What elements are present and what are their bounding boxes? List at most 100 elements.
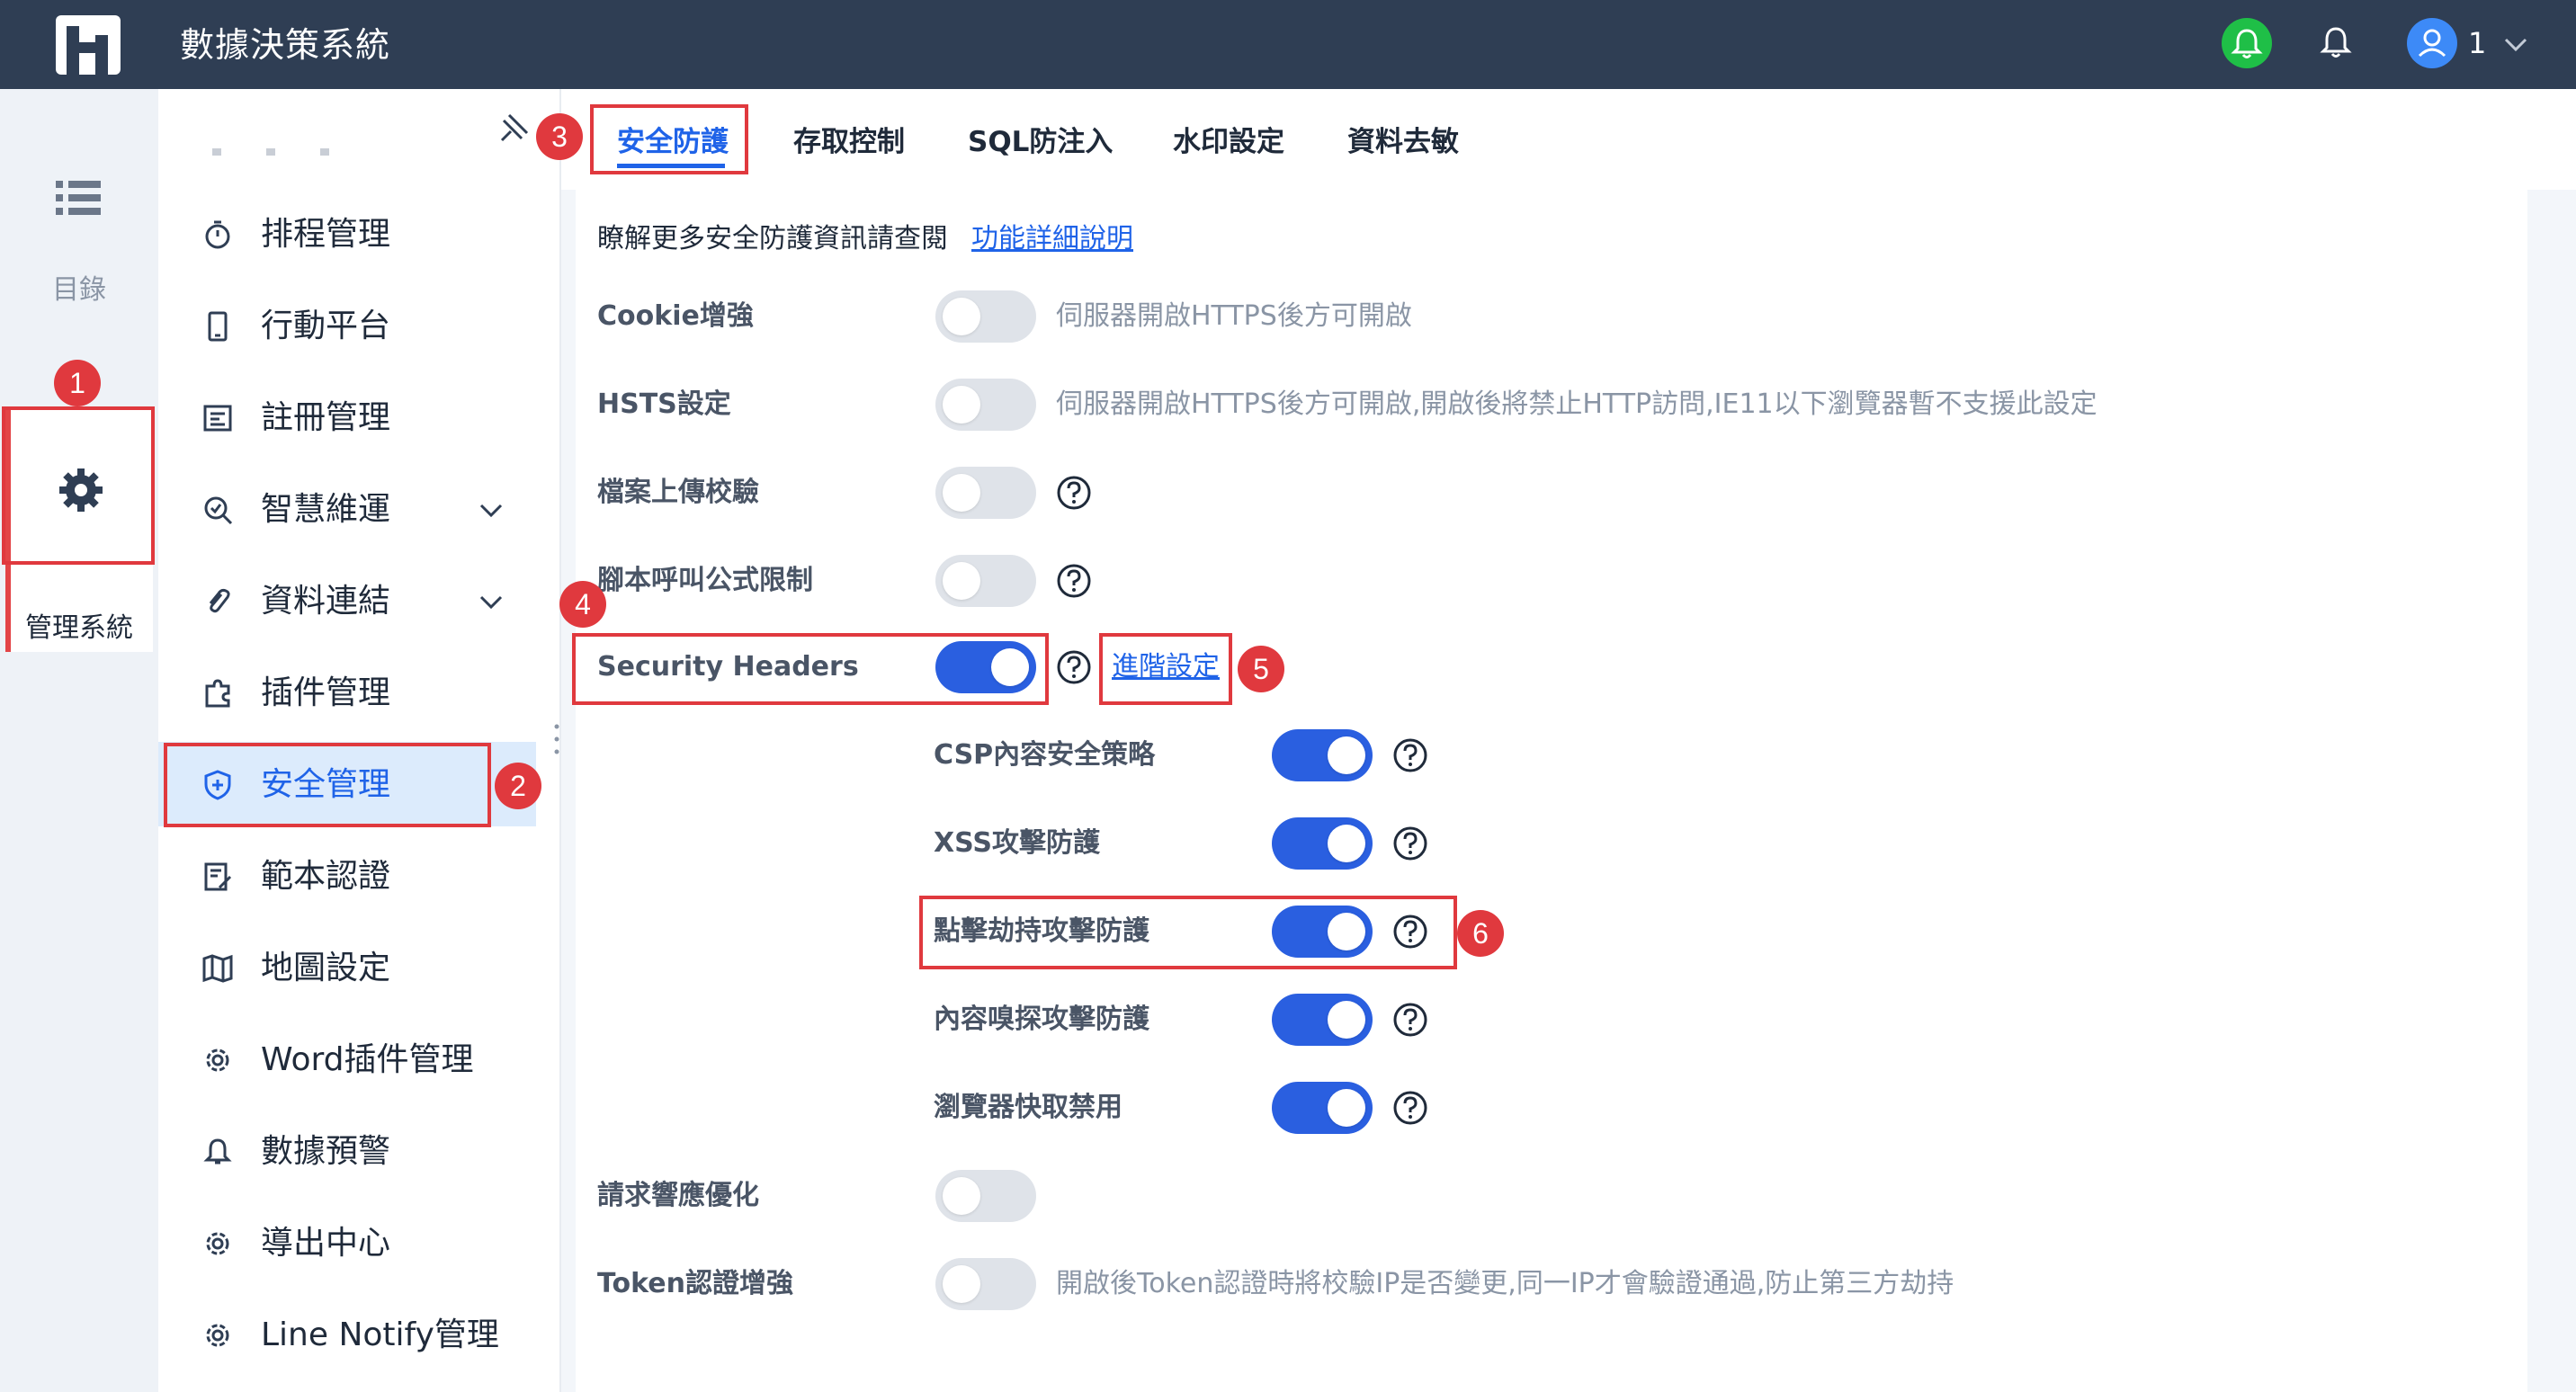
feature-doc-link[interactable]: 功能詳細說明 [971, 223, 1133, 254]
sidebar-item-word-plugin[interactable]: Word插件管理 [158, 1017, 536, 1102]
app-title: 數據決策系統 [180, 25, 391, 65]
sidebar-item-label: 地圖設定 [261, 950, 391, 986]
map-icon [202, 954, 233, 983]
sidebar-item-mobile[interactable]: 行動平台 [158, 283, 536, 368]
registration-icon [203, 405, 232, 432]
user-name[interactable]: 1 [2468, 20, 2486, 67]
list-icon[interactable] [54, 175, 103, 220]
toggle-file-upload[interactable] [935, 467, 1036, 519]
info-text: 瞭解更多安全防護資訊請查閱 功能詳細說明 [597, 214, 1133, 264]
top-bar: 數據決策系統 1 [0, 0, 2576, 89]
toggle-csp[interactable] [1272, 729, 1373, 781]
avatar[interactable] [2407, 18, 2457, 68]
annotation-box-security-menu [164, 743, 491, 827]
annotation-badge: 4 [559, 581, 606, 628]
sidebar-item-label: 範本認證 [261, 858, 391, 895]
rail-label-management: 管理系統 [25, 612, 133, 644]
sidebar-item-map-settings[interactable]: 地圖設定 [158, 925, 536, 1010]
mobile-icon [208, 311, 228, 342]
timer-icon [205, 220, 230, 249]
setting-label-token: Token認證增強 [597, 1268, 793, 1299]
annotation-badge: 2 [495, 763, 541, 809]
notification-status-button[interactable] [2222, 18, 2272, 68]
gear-icon [206, 1324, 229, 1347]
logo-icon[interactable] [56, 15, 121, 75]
setting-label-script-formula: 腳本呼叫公式限制 [597, 565, 813, 596]
bell-icon [203, 1138, 232, 1164]
help-icon[interactable] [1392, 1090, 1428, 1126]
bell-icon [2231, 29, 2263, 58]
annotation-badge: 5 [1238, 646, 1284, 692]
toggle-cookie[interactable] [935, 290, 1036, 343]
sidebar-item-label: 行動平台 [261, 308, 391, 344]
sidebar-item-label: 數據預警 [261, 1133, 391, 1170]
sidebar-item-label: 註冊管理 [261, 399, 391, 436]
sidebar-item-export-center[interactable]: 導出中心 [158, 1200, 536, 1285]
sidebar-item-registration[interactable]: 註冊管理 [158, 375, 536, 460]
help-icon[interactable] [1392, 825, 1428, 861]
tab-access-control[interactable]: 存取控制 [793, 120, 905, 165]
subsetting-label-browser-cache: 瀏覽器快取禁用 [934, 1092, 1123, 1123]
help-icon[interactable] [1392, 737, 1428, 773]
subsetting-label-xss: XSS攻擊防護 [934, 827, 1100, 859]
toggle-response-optimization[interactable] [935, 1170, 1036, 1222]
operations-icon [204, 496, 233, 525]
annotation-box-advanced-link [1099, 633, 1232, 705]
annotation-box-tab [590, 104, 748, 174]
sidebar-item-plugins[interactable]: 插件管理 [158, 650, 536, 735]
setting-desc-cookie: 伺服器開啟HTTPS後方可開啟 [1056, 300, 1412, 332]
sidebar-item-label: Word插件管理 [261, 1041, 474, 1078]
setting-desc-token: 開啟後Token認證時將校驗IP是否變更,同一IP才會驗證通過,防止第三方劫持 [1056, 1268, 1954, 1299]
sidebar-item-label: Line Notify管理 [261, 1316, 499, 1353]
help-icon[interactable] [1056, 649, 1092, 685]
subsetting-label-csp: CSP內容安全策略 [934, 739, 1156, 771]
settings-panel [576, 190, 2527, 1392]
chevron-down-icon[interactable] [2500, 29, 2531, 59]
rail-label-menu[interactable]: 目錄 [0, 267, 158, 307]
sidebar-item-label: 排程管理 [261, 216, 391, 253]
pin-icon[interactable] [496, 110, 532, 146]
chevron-down-icon [479, 595, 503, 610]
help-icon[interactable] [1056, 475, 1092, 511]
toggle-xss[interactable] [1272, 817, 1373, 870]
sidebar-menu: 排程管理 行動平台 註冊管理 智慧維運 資料連結 插件管理 安全管理 範本認證 … [158, 89, 561, 1392]
tab-watermark[interactable]: 水印設定 [1173, 120, 1284, 165]
sidebar-item-operations[interactable]: 智慧維運 [158, 467, 536, 551]
clipped-menu-item [212, 148, 347, 156]
sidebar-item-label: 資料連結 [261, 583, 391, 620]
icon-rail: 目錄 管理系統 [0, 89, 158, 1392]
annotation-box-security-headers [572, 633, 1049, 705]
user-icon [2418, 29, 2446, 58]
help-icon[interactable] [1056, 563, 1092, 599]
toggle-token[interactable] [935, 1258, 1036, 1310]
sidebar-item-schedule[interactable]: 排程管理 [158, 192, 536, 276]
template-icon [204, 862, 232, 891]
info-text-label: 瞭解更多安全防護資訊請查閱 [597, 223, 948, 254]
plugin-icon [205, 679, 230, 708]
gear-icon [206, 1048, 229, 1072]
annotation-box-clickjacking [919, 896, 1457, 969]
tab-sql-injection[interactable]: SQL防注入 [968, 120, 1113, 165]
sidebar-item-line-notify[interactable]: Line Notify管理 [158, 1292, 536, 1377]
toggle-script-formula[interactable] [935, 555, 1036, 607]
toggle-content-sniffing[interactable] [1272, 994, 1373, 1046]
sidebar-item-data-alert[interactable]: 數據預警 [158, 1109, 536, 1193]
chevron-down-icon [479, 504, 503, 518]
help-icon[interactable] [1392, 1002, 1428, 1038]
link-icon [209, 588, 230, 613]
gear-icon [206, 1232, 229, 1255]
sidebar-item-template-auth[interactable]: 範本認證 [158, 834, 536, 918]
annotation-badge: 1 [54, 360, 101, 406]
sidebar-item-label: 插件管理 [261, 674, 391, 711]
sidebar-item-label: 智慧維運 [261, 491, 391, 528]
toggle-hsts[interactable] [935, 379, 1036, 431]
annotation-badge: 3 [536, 113, 583, 160]
bell-icon[interactable] [2313, 20, 2358, 65]
sidebar-item-data-link[interactable]: 資料連結 [158, 558, 536, 643]
setting-label-hsts: HSTS設定 [597, 388, 731, 420]
subsetting-label-content-sniffing: 內容嗅探攻擊防護 [934, 1004, 1149, 1035]
annotation-box-management [2, 406, 155, 565]
tab-data-masking[interactable]: 資料去敏 [1347, 120, 1459, 165]
toggle-browser-cache[interactable] [1272, 1082, 1373, 1134]
annotation-badge: 6 [1457, 910, 1504, 957]
